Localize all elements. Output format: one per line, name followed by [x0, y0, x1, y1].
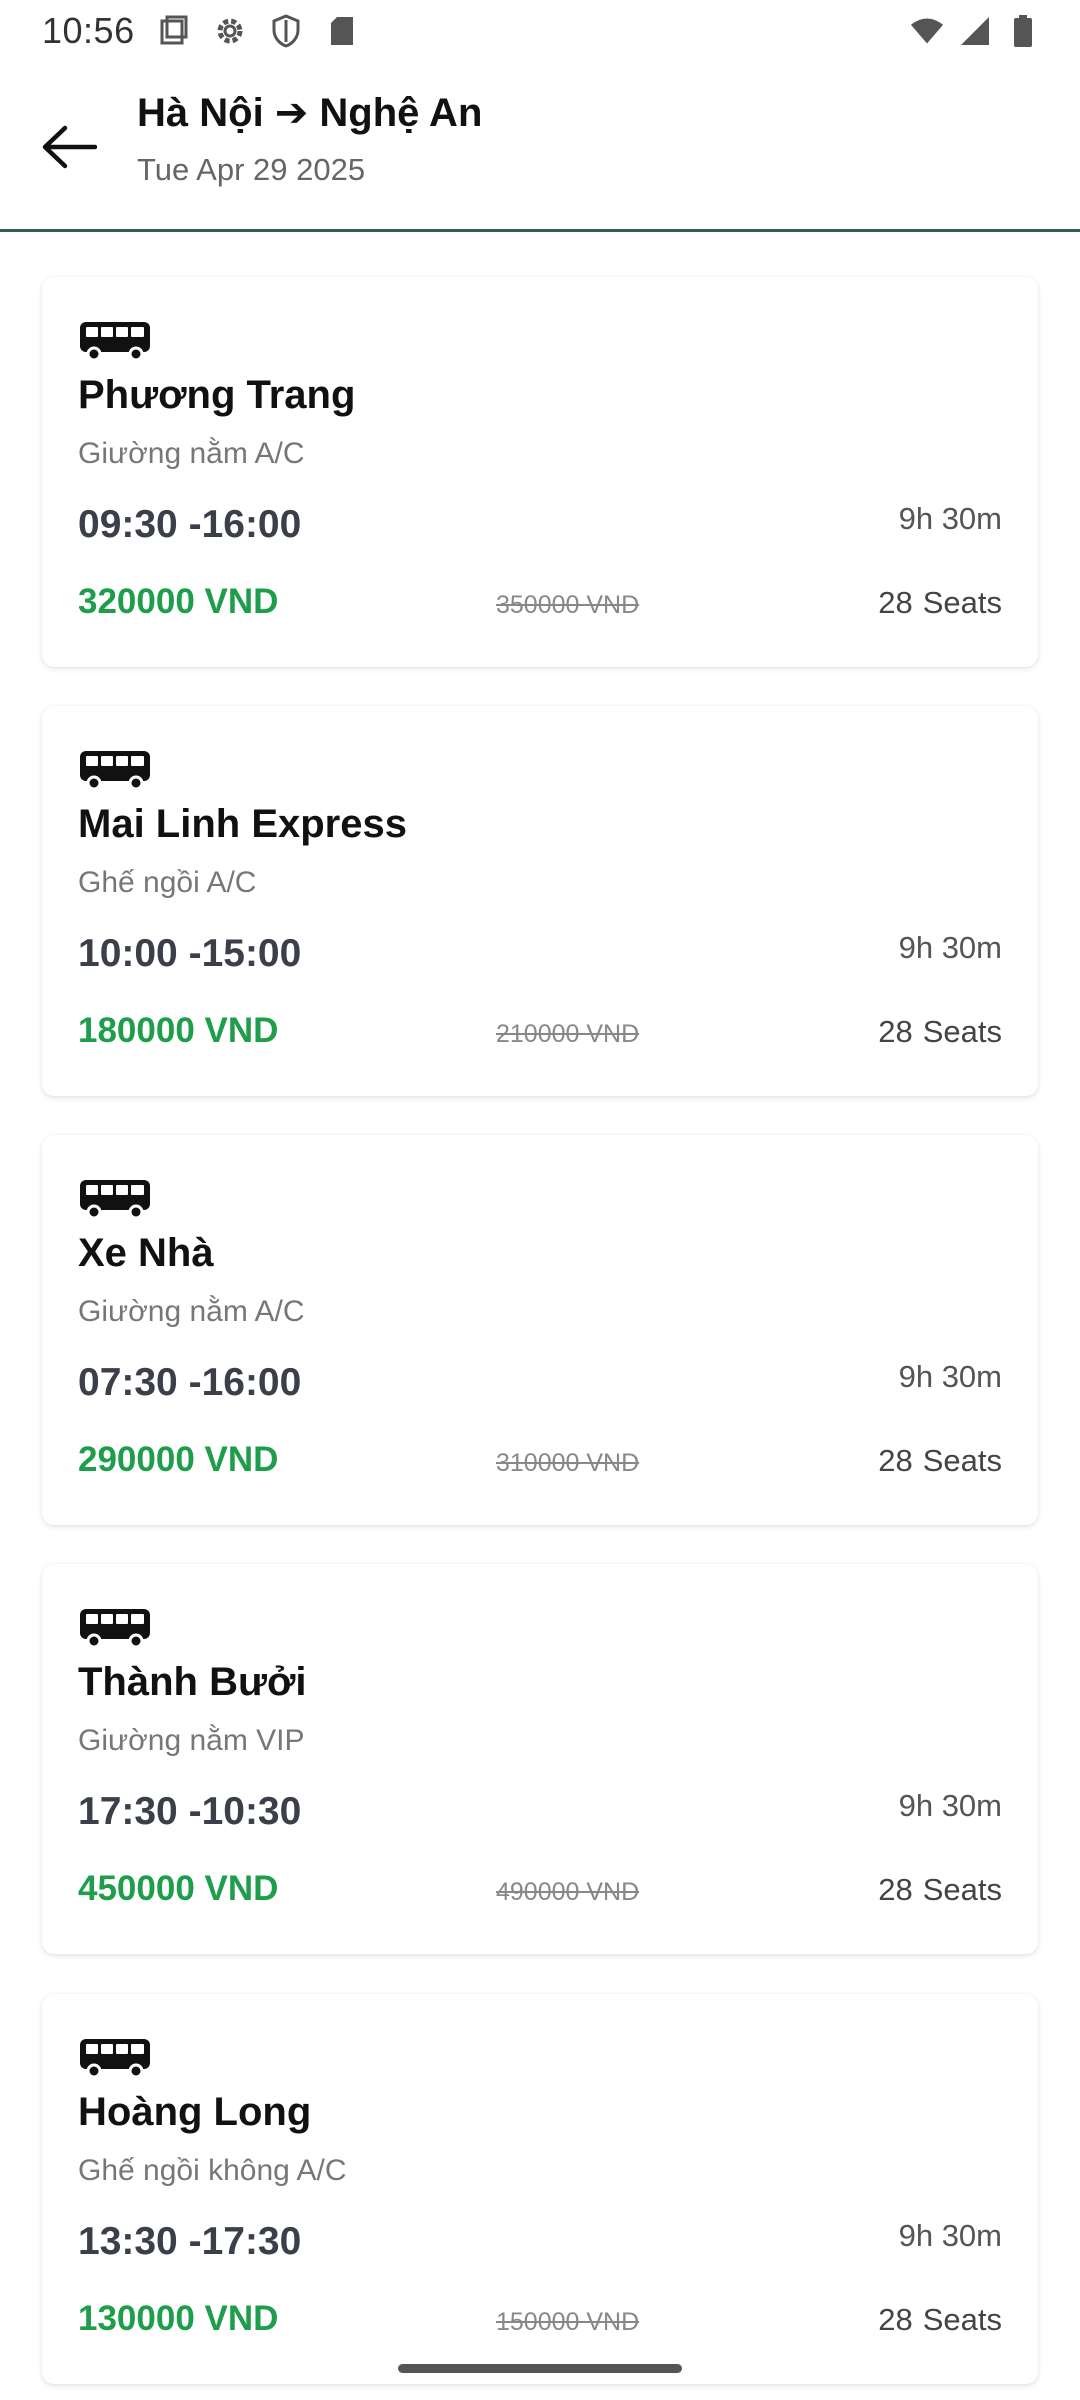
bus-icon [80, 2039, 150, 2079]
seats-available: 28 Seats [868, 2302, 1002, 2338]
departure-arrival-time: 07:30 -16:00 [78, 1361, 302, 1404]
original-price: 210000 VND [496, 1020, 640, 1048]
price: 450000 VND [78, 1869, 279, 1908]
status-left: 10:56 [42, 10, 359, 52]
home-indicator[interactable] [398, 2364, 682, 2373]
seats-label: Seats [922, 1443, 1002, 1478]
original-price: 310000 VND [496, 1449, 640, 1477]
price: 180000 VND [78, 1011, 279, 1050]
price: 130000 VND [78, 2299, 279, 2338]
back-button[interactable] [34, 112, 104, 182]
departure-arrival-time: 10:00 -15:00 [78, 932, 302, 975]
signal-icon [958, 14, 992, 48]
seat-type: Ghế ngồi không A/C [78, 2154, 347, 2187]
trip-card[interactable]: Thành Bưởi Giường nằm VIP 17:30 -10:30 9… [42, 1564, 1038, 1954]
seats-count: 28 [878, 585, 913, 620]
trip-duration: 9h 30m [898, 930, 1002, 965]
arrow-back-icon [42, 125, 97, 169]
trip-card[interactable]: Hoàng Long Ghế ngồi không A/C 13:30 -17:… [42, 1994, 1038, 2384]
gear-icon [213, 14, 247, 48]
seats-available: 28 Seats [868, 585, 1002, 621]
status-time: 10:56 [42, 10, 135, 51]
bus-icon [80, 322, 150, 362]
price: 320000 VND [78, 582, 279, 621]
screen-icon [157, 14, 191, 48]
bus-icon [80, 1609, 150, 1649]
status-bar: 10:56 [0, 0, 1080, 62]
seat-type: Giường nằm VIP [78, 1724, 305, 1757]
seats-available: 28 Seats [868, 1443, 1002, 1479]
original-price: 490000 VND [496, 1878, 640, 1906]
sd-card-icon [325, 14, 359, 48]
seats-available: 28 Seats [868, 1872, 1002, 1908]
travel-date: Tue Apr 29 2025 [137, 152, 366, 187]
seats-label: Seats [922, 2302, 1002, 2337]
status-right [910, 14, 1040, 48]
seats-label: Seats [922, 585, 1002, 620]
departure-arrival-time: 17:30 -10:30 [78, 1790, 302, 1833]
seats-count: 28 [878, 1443, 913, 1478]
trip-card[interactable]: Mai Linh Express Ghế ngồi A/C 10:00 -15:… [42, 706, 1038, 1096]
trip-card[interactable]: Phương Trang Giường nằm A/C 09:30 -16:00… [42, 277, 1038, 667]
operator-name: Hoàng Long [78, 2090, 312, 2134]
seats-count: 28 [878, 1872, 913, 1907]
battery-icon [1006, 14, 1040, 48]
price: 290000 VND [78, 1440, 279, 1479]
trip-duration: 9h 30m [898, 1359, 1002, 1394]
trip-duration: 9h 30m [898, 2218, 1002, 2253]
operator-name: Phương Trang [78, 373, 356, 417]
seats-available: 28 Seats [868, 1014, 1002, 1050]
seat-type: Ghế ngồi A/C [78, 866, 257, 899]
seats-count: 28 [878, 2302, 913, 2337]
seat-type: Giường nằm A/C [78, 1295, 305, 1328]
seat-type: Giường nằm A/C [78, 437, 305, 470]
seats-label: Seats [922, 1014, 1002, 1049]
wifi-icon [910, 14, 944, 48]
original-price: 150000 VND [496, 2308, 640, 2336]
trip-list[interactable]: Phương Trang Giường nằm A/C 09:30 -16:00… [0, 232, 1080, 2400]
bus-icon [80, 751, 150, 791]
departure-arrival-time: 13:30 -17:30 [78, 2220, 302, 2263]
seats-count: 28 [878, 1014, 913, 1049]
operator-name: Xe Nhà [78, 1231, 214, 1275]
bus-icon [80, 1180, 150, 1220]
shield-icon [269, 14, 303, 48]
original-price: 350000 VND [496, 591, 640, 619]
departure-arrival-time: 09:30 -16:00 [78, 503, 302, 546]
operator-name: Thành Bưởi [78, 1660, 307, 1704]
seats-label: Seats [922, 1872, 1002, 1907]
trip-duration: 9h 30m [898, 501, 1002, 536]
trip-card[interactable]: Xe Nhà Giường nằm A/C 07:30 -16:00 9h 30… [42, 1135, 1038, 1525]
app-bar: Hà Nội ➔ Nghệ An Tue Apr 29 2025 [0, 62, 1080, 230]
page-title: Hà Nội ➔ Nghệ An [137, 91, 483, 135]
trip-duration: 9h 30m [898, 1788, 1002, 1823]
operator-name: Mai Linh Express [78, 802, 407, 846]
